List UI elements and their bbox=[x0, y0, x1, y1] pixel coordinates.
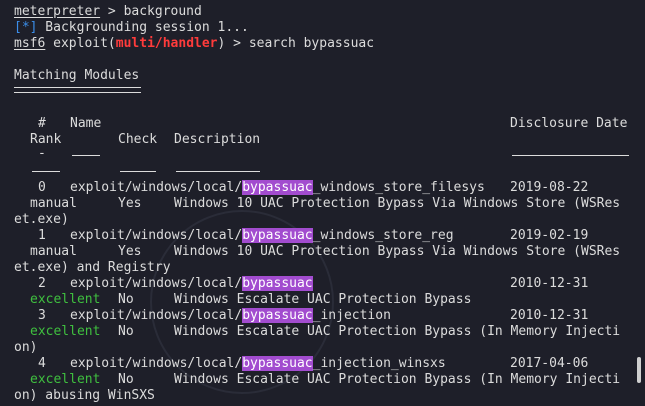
terminal-window[interactable]: meterpreter > background [*] Backgroundi… bbox=[0, 0, 634, 406]
row-3-number: 3 bbox=[38, 308, 46, 323]
status-line: [*] Backgrounding session 1... bbox=[14, 20, 249, 36]
row-4-module[interactable]: exploit/windows/local/bypassuac_injectio… bbox=[70, 356, 446, 372]
row-2-description: Windows Escalate UAC Protection Bypass bbox=[174, 292, 472, 307]
row-4-rank: excellent bbox=[30, 372, 101, 387]
scrollbar-thumb[interactable] bbox=[637, 357, 641, 383]
search-command: ) > search bypassuac bbox=[217, 36, 375, 51]
background-command: > background bbox=[100, 4, 202, 19]
search-match-highlight: bypassuac bbox=[242, 356, 313, 371]
command-line-background: meterpreter > background bbox=[14, 4, 202, 20]
row-1-rank: manual bbox=[30, 244, 77, 259]
dash-name bbox=[72, 155, 100, 156]
row-1-date: 2019-02-19 bbox=[510, 228, 589, 243]
row-4-description: Windows Escalate UAC Protection Bypass (… bbox=[174, 372, 621, 387]
status-text: Backgrounding session 1... bbox=[37, 20, 249, 35]
row-1-description: Windows 10 UAC Protection Bypass Via Win… bbox=[174, 244, 621, 259]
dash-disclosure bbox=[512, 155, 629, 156]
column-check: Check bbox=[118, 132, 158, 147]
search-match-highlight: bypassuac bbox=[242, 228, 313, 243]
active-module: multi/handler bbox=[115, 36, 218, 51]
meterpreter-prompt: meterpreter bbox=[14, 4, 101, 19]
column-name: Name bbox=[70, 116, 102, 131]
column-description: Description bbox=[174, 132, 261, 147]
msf6-prompt: msf6 bbox=[14, 36, 46, 51]
row-2-rank: excellent bbox=[30, 292, 101, 307]
module-suffix: _windows_store_filesys bbox=[312, 180, 485, 195]
row-1-check: Yes bbox=[118, 244, 142, 259]
row-3-date: 2010-12-31 bbox=[510, 308, 589, 323]
row-3-description-wrap: on) bbox=[14, 340, 38, 355]
row-4-description-wrap: on) abusing WinSXS bbox=[14, 388, 155, 403]
module-suffix: _injection bbox=[312, 308, 391, 323]
dash-check bbox=[120, 171, 156, 172]
row-0-check: Yes bbox=[118, 196, 142, 211]
row-0-date: 2019-08-22 bbox=[510, 180, 589, 195]
row-3-description: Windows Escalate UAC Protection Bypass (… bbox=[174, 324, 621, 339]
row-3-check: No bbox=[118, 324, 134, 339]
row-2-module[interactable]: exploit/windows/local/bypassuac bbox=[70, 276, 313, 292]
heading-underline bbox=[14, 87, 141, 93]
dash-hash: - bbox=[38, 146, 46, 161]
command-line-search: msf6 exploit(multi/handler) > search byp… bbox=[14, 36, 374, 52]
row-0-number: 0 bbox=[38, 180, 46, 195]
search-match-highlight: bypassuac bbox=[242, 276, 313, 291]
info-tag: [*] bbox=[14, 20, 38, 35]
search-match-highlight: bypassuac bbox=[242, 308, 313, 323]
module-suffix: _windows_store_reg bbox=[312, 228, 454, 243]
module-path: exploit/windows/local/ bbox=[70, 276, 243, 291]
row-1-module[interactable]: exploit/windows/local/bypassuac_windows_… bbox=[70, 228, 454, 244]
module-path: exploit/windows/local/ bbox=[70, 228, 243, 243]
row-2-number: 2 bbox=[38, 276, 46, 291]
module-suffix: _injection_winsxs bbox=[312, 356, 446, 371]
row-0-rank: manual bbox=[30, 196, 77, 211]
row-4-check: No bbox=[118, 372, 134, 387]
module-path: exploit/windows/local/ bbox=[70, 356, 243, 371]
row-4-number: 4 bbox=[38, 356, 46, 371]
row-3-rank: excellent bbox=[30, 324, 101, 339]
exploit-prefix: exploit( bbox=[45, 36, 116, 51]
row-1-number: 1 bbox=[38, 228, 46, 243]
row-2-date: 2010-12-31 bbox=[510, 276, 589, 291]
search-match-highlight: bypassuac bbox=[242, 180, 313, 195]
column-disclosure-date: Disclosure Date bbox=[510, 116, 628, 131]
row-4-date: 2017-04-06 bbox=[510, 356, 589, 371]
module-path: exploit/windows/local/ bbox=[70, 180, 243, 195]
matching-modules-heading: Matching Modules bbox=[14, 68, 140, 83]
row-0-description-wrap: et.exe) bbox=[14, 212, 69, 227]
row-0-description: Windows 10 UAC Protection Bypass Via Win… bbox=[174, 196, 621, 211]
row-0-module[interactable]: exploit/windows/local/bypassuac_windows_… bbox=[70, 180, 485, 196]
dash-rank bbox=[32, 171, 60, 172]
row-2-check: No bbox=[118, 292, 134, 307]
vertical-scrollbar[interactable] bbox=[634, 0, 645, 406]
row-1-description-wrap: et.exe) and Registry bbox=[14, 260, 171, 275]
column-hash: # bbox=[38, 116, 46, 131]
dash-description bbox=[176, 171, 260, 172]
row-3-module[interactable]: exploit/windows/local/bypassuac_injectio… bbox=[70, 308, 391, 324]
module-path: exploit/windows/local/ bbox=[70, 308, 243, 323]
